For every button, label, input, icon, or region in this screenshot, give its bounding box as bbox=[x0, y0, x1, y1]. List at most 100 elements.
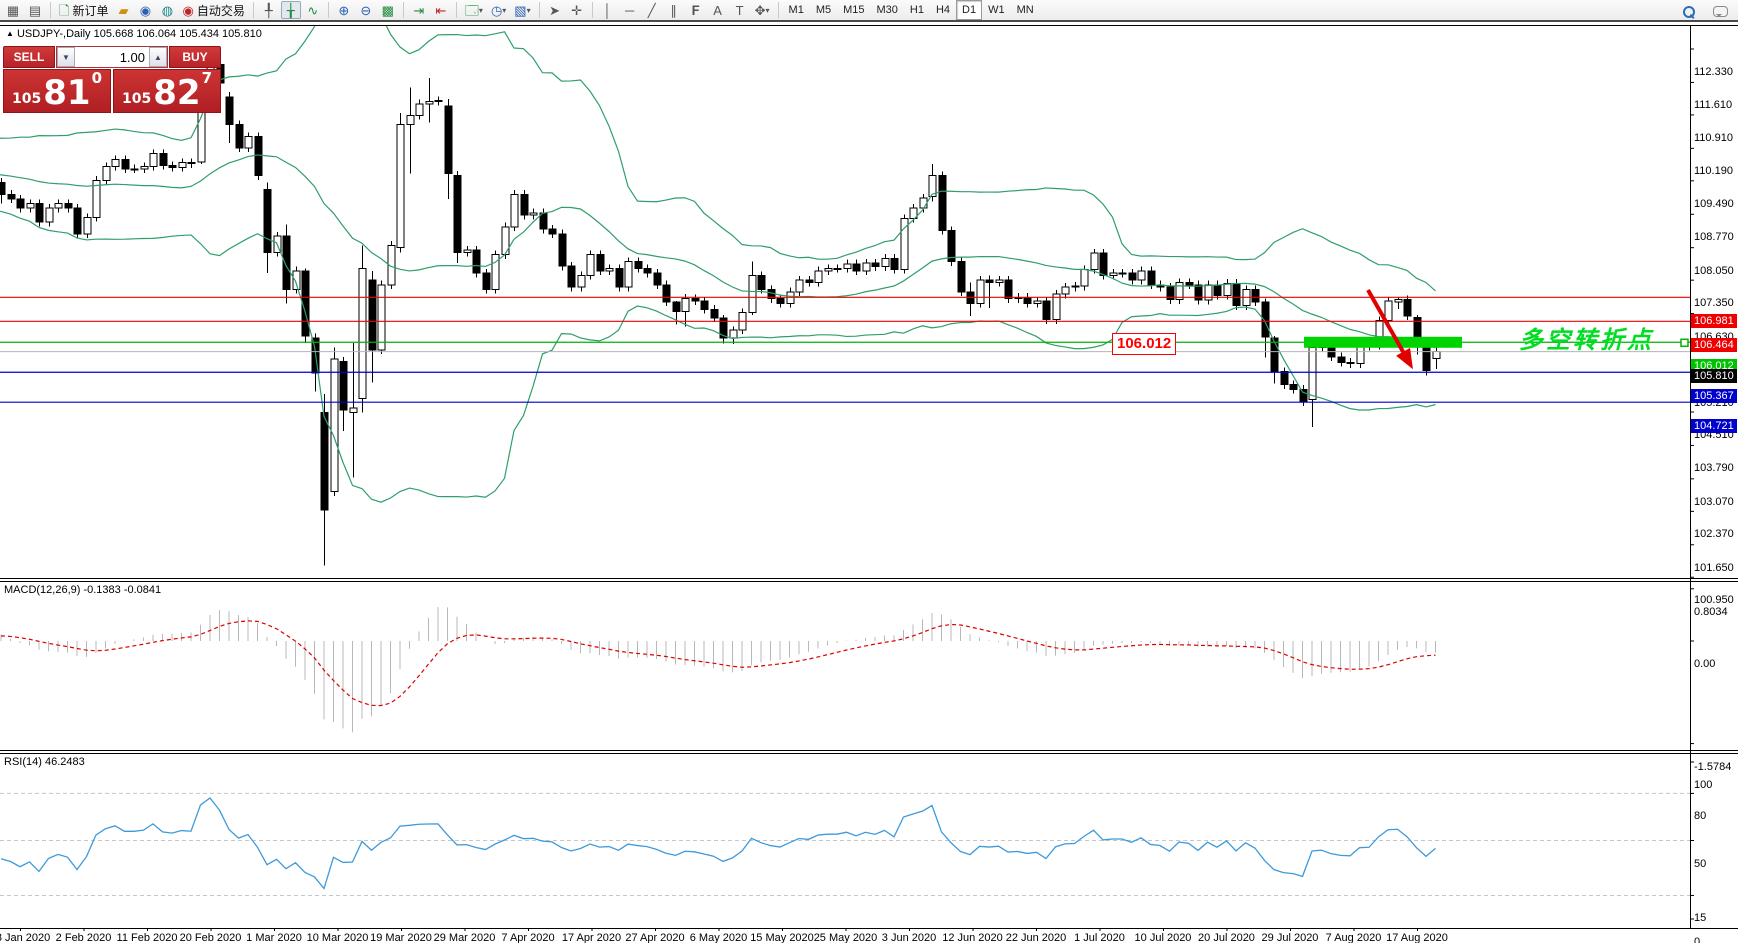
deposit-icon: ▰ bbox=[118, 2, 129, 18]
fibonacci-button[interactable]: 𝐅 bbox=[686, 1, 706, 19]
text-label-icon: T bbox=[735, 2, 744, 18]
price-axis-tick: 112.330 bbox=[1694, 66, 1733, 78]
toolbar-separator bbox=[591, 2, 593, 18]
text-button[interactable]: A bbox=[708, 1, 728, 19]
volume-input[interactable]: 1.00 bbox=[75, 47, 149, 67]
price-axis-tick: 110.910 bbox=[1694, 131, 1733, 144]
chart-shift-icon: ⇤ bbox=[435, 2, 447, 18]
one-click-trade-panel: SELL ▼ 1.00 ▲ BUY 105 81 0 105 82 7 bbox=[3, 46, 221, 113]
symbol-ohlc-text: USDJPY-,Daily 105.668 106.064 105.434 10… bbox=[16, 28, 262, 40]
timeframe-d1-button[interactable]: D1 bbox=[956, 0, 983, 20]
chevron-down-icon: ▼ bbox=[62, 52, 70, 62]
macd-pane-label: MACD(12,26,9) -0.1383 -0.0841 bbox=[4, 584, 162, 596]
price-badge-106.981: 106.981 bbox=[1691, 314, 1737, 329]
timeframe-m1-button[interactable]: M1 bbox=[783, 0, 810, 20]
chart-symbol-title: ▲ USDJPY-,Daily 105.668 106.064 105.434 … bbox=[6, 28, 262, 40]
rsi-axis-tick: 15 bbox=[1694, 912, 1707, 925]
price-badge-105.367: 105.367 bbox=[1691, 389, 1737, 404]
rsi-axis-tick: 100 bbox=[1694, 779, 1713, 791]
arrows-button[interactable]: ✥ ▾ bbox=[752, 1, 773, 19]
autotrade-icon: ◉ bbox=[182, 2, 194, 18]
sell-price-pips: 81 bbox=[43, 73, 91, 113]
chat-icon bbox=[1713, 5, 1728, 17]
hline-button[interactable]: ─ bbox=[620, 1, 640, 19]
text-icon: A bbox=[713, 2, 722, 18]
toolbar-separator bbox=[777, 2, 779, 18]
timeframe-h4-button[interactable]: H4 bbox=[930, 0, 956, 20]
indicators-button[interactable]: 🗔 ▾ bbox=[462, 1, 486, 19]
volume-increase-button[interactable]: ▲ bbox=[149, 47, 167, 67]
buy-price-point: 7 bbox=[201, 69, 212, 87]
templates-button[interactable]: ▧ ▾ bbox=[511, 1, 533, 19]
sell-button[interactable]: SELL bbox=[3, 46, 55, 68]
chart-candles-button[interactable]: ╁ bbox=[280, 1, 301, 19]
chart-bars-button[interactable]: ╀ bbox=[259, 1, 279, 19]
auto-scroll-button[interactable]: ⇥ bbox=[409, 1, 429, 19]
volume-stepper: ▼ 1.00 ▲ bbox=[56, 46, 168, 68]
trendline-icon: ╱ bbox=[647, 2, 656, 18]
search-icon bbox=[1682, 5, 1695, 19]
price-chart-canvas[interactable] bbox=[0, 24, 1738, 943]
channel-button[interactable]: ∥ bbox=[664, 1, 684, 19]
volume-decrease-button[interactable]: ▼ bbox=[57, 47, 75, 67]
rsi-axis-tick: 0 bbox=[1694, 936, 1701, 943]
bar-chart-icon: ╀ bbox=[264, 2, 273, 18]
signals-button[interactable]: ◍ bbox=[157, 1, 177, 19]
crosshair-button[interactable]: ✛ bbox=[567, 1, 587, 19]
community-button[interactable]: ◉ bbox=[135, 1, 155, 19]
toolbar-separator bbox=[327, 2, 329, 18]
candlestick-icon: ╁ bbox=[286, 2, 295, 18]
cursor-button[interactable]: ➤ bbox=[545, 1, 565, 19]
price-axis-tick: 109.490 bbox=[1694, 197, 1734, 210]
template-icon: ▧ bbox=[514, 2, 527, 18]
rsi-axis-tick: 50 bbox=[1694, 857, 1707, 870]
new-order-button[interactable]: 🗋 新订单 bbox=[56, 1, 111, 19]
buy-button[interactable]: BUY bbox=[169, 46, 221, 68]
chart-shift-button[interactable]: ⇤ bbox=[431, 1, 451, 19]
sell-price-button[interactable]: 105 81 0 bbox=[3, 69, 111, 113]
crosshair-icon: ✛ bbox=[571, 2, 583, 18]
price-axis-tick: 103.790 bbox=[1694, 462, 1734, 475]
toolbar-separator bbox=[50, 2, 51, 18]
autotrade-label: 自动交易 bbox=[196, 3, 245, 18]
timeframe-m30-button[interactable]: M30 bbox=[871, 0, 904, 20]
chart-line-button[interactable]: ∿ bbox=[303, 1, 323, 19]
price-annotation-box[interactable]: 106.012 bbox=[1112, 333, 1177, 355]
price-axis-tick: 101.650 bbox=[1694, 561, 1734, 574]
deposit-button[interactable]: ▰ bbox=[113, 1, 133, 19]
chat-button[interactable] bbox=[1710, 2, 1731, 20]
zoom-in-icon: ⊕ bbox=[338, 2, 350, 18]
price-badge-105.810: 105.810 bbox=[1691, 368, 1737, 383]
search-button[interactable] bbox=[1678, 2, 1698, 20]
community-icon: ◉ bbox=[139, 2, 152, 18]
zoom-in-button[interactable]: ⊕ bbox=[334, 1, 354, 19]
buy-price-big-figure: 105 bbox=[122, 91, 152, 107]
toolbar-separator bbox=[402, 2, 404, 18]
vline-button[interactable]: │ bbox=[598, 1, 618, 19]
timeframe-h1-button[interactable]: H1 bbox=[904, 0, 930, 20]
autotrade-button[interactable]: ◉ 自动交易 bbox=[179, 1, 247, 19]
timeframe-toolbar: M1 M5 M15 M30 H1 H4 D1 W1 MN bbox=[783, 0, 1040, 20]
text-label-button[interactable]: T bbox=[730, 1, 750, 19]
periods-button[interactable]: ◷ ▾ bbox=[488, 1, 509, 19]
collapse-panel-arrow-icon[interactable]: ▲ bbox=[6, 29, 14, 38]
new-order-label: 新订单 bbox=[72, 3, 109, 18]
new-chart-button[interactable]: ▦ bbox=[3, 1, 23, 19]
trendline-button[interactable]: ╱ bbox=[642, 1, 662, 19]
turning-point-annotation[interactable]: 多空转折点 bbox=[1519, 320, 1654, 355]
line-chart-icon: ∿ bbox=[307, 2, 319, 18]
timeframe-m5-button[interactable]: M5 bbox=[810, 0, 837, 20]
buy-price-button[interactable]: 105 82 7 bbox=[113, 69, 221, 113]
profiles-button[interactable]: ▤ bbox=[25, 1, 45, 19]
toolbar-separator bbox=[538, 2, 540, 18]
auto-scroll-icon: ⇥ bbox=[413, 2, 425, 18]
date-axis-label: 17 Aug 2020 bbox=[1386, 932, 1448, 943]
tile-windows-icon: ▩ bbox=[381, 2, 394, 18]
timeframe-mn-button[interactable]: MN bbox=[1011, 0, 1040, 20]
zoom-out-icon: ⊖ bbox=[360, 2, 372, 18]
tile-windows-button[interactable]: ▩ bbox=[378, 1, 398, 19]
timeframe-w1-button[interactable]: W1 bbox=[982, 0, 1011, 20]
zoom-out-button[interactable]: ⊖ bbox=[356, 1, 376, 19]
timeframe-m15-button[interactable]: M15 bbox=[837, 0, 870, 20]
cursor-icon: ➤ bbox=[549, 2, 561, 18]
